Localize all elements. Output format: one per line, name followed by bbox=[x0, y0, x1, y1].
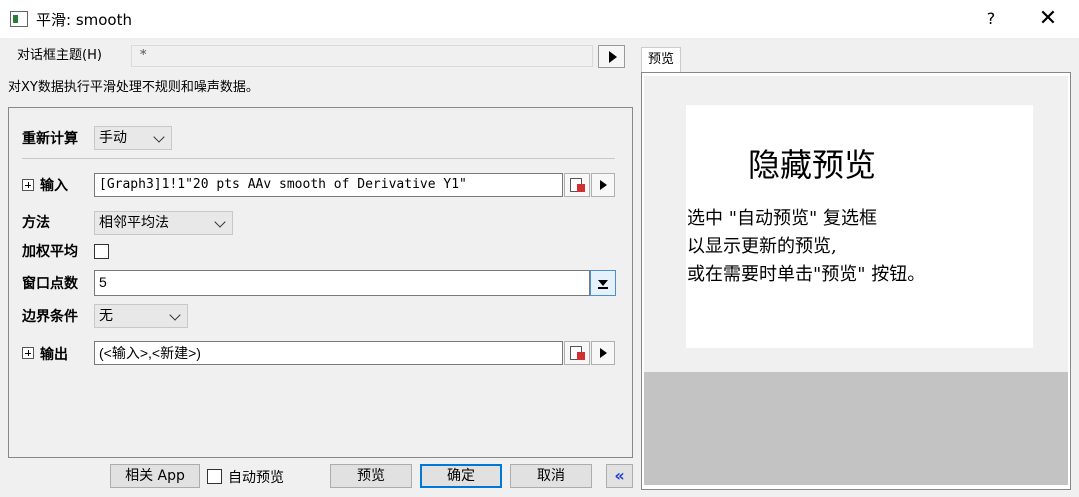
data-picker-icon[interactable] bbox=[564, 341, 590, 365]
auto-preview-checkbox[interactable] bbox=[207, 469, 222, 484]
weighted-average-checkbox[interactable] bbox=[94, 244, 109, 259]
chevron-down-icon bbox=[169, 309, 181, 321]
output-field[interactable]: (<输入>,<新建>) bbox=[94, 341, 563, 365]
theme-menu-arrow-button[interactable] bbox=[598, 45, 625, 68]
recalculate-value: 手动 bbox=[99, 130, 127, 146]
app-icon bbox=[10, 11, 28, 27]
preview-lower-area bbox=[644, 372, 1068, 485]
expand-output-icon[interactable] bbox=[22, 347, 34, 359]
close-button[interactable]: ✕ bbox=[1034, 6, 1062, 32]
hidden-preview-title: 隐藏预览 bbox=[748, 146, 877, 184]
recalculate-label: 重新计算 bbox=[22, 131, 78, 147]
auto-preview-label: 自动预览 bbox=[228, 470, 284, 486]
window-title: 平滑: smooth bbox=[36, 11, 132, 29]
preview-button[interactable]: 预览 bbox=[330, 464, 412, 488]
input-menu-arrow-button[interactable] bbox=[591, 173, 615, 197]
window-points-dropdown-button[interactable] bbox=[590, 270, 616, 296]
expand-input-icon[interactable] bbox=[22, 179, 34, 191]
method-select[interactable]: 相邻平均法 bbox=[94, 211, 233, 235]
help-button[interactable]: ? bbox=[978, 8, 1004, 30]
ok-button[interactable]: 确定 bbox=[420, 464, 502, 488]
dialog-theme-label: 对话框主题(H) bbox=[17, 48, 102, 63]
boundary-value: 无 bbox=[99, 308, 113, 324]
window-points-input[interactable]: 5 bbox=[94, 270, 590, 296]
title-bar bbox=[0, 0, 1079, 38]
weighted-average-label: 加权平均 bbox=[22, 244, 78, 260]
input-label: 输入 bbox=[40, 178, 68, 194]
method-label: 方法 bbox=[22, 215, 50, 231]
recalculate-select[interactable]: 手动 bbox=[94, 126, 172, 150]
collapse-preview-button[interactable]: « bbox=[606, 464, 633, 488]
output-label: 输出 bbox=[40, 347, 68, 363]
boundary-label: 边界条件 bbox=[22, 309, 78, 325]
input-field[interactable]: [Graph3]1!1"20 pts AAv smooth of Derivat… bbox=[94, 173, 563, 197]
dialog-theme-input[interactable]: * bbox=[131, 45, 593, 67]
window-points-label: 窗口点数 bbox=[22, 276, 78, 292]
method-value: 相邻平均法 bbox=[99, 215, 169, 231]
chevron-down-icon bbox=[153, 131, 165, 143]
chevron-down-icon bbox=[214, 216, 226, 228]
boundary-select[interactable]: 无 bbox=[94, 304, 188, 328]
output-menu-arrow-button[interactable] bbox=[591, 341, 615, 365]
cancel-button[interactable]: 取消 bbox=[510, 464, 592, 488]
tab-preview[interactable]: 预览 bbox=[641, 47, 681, 72]
related-app-button[interactable]: 相关 App bbox=[110, 464, 200, 488]
divider bbox=[22, 158, 615, 159]
hidden-preview-message: 选中 "自动预览" 复选框 以显示更新的预览, 或在需要时单击"预览" 按钮。 bbox=[687, 208, 926, 285]
dialog-description: 对XY数据执行平滑处理不规则和噪声数据。 bbox=[8, 80, 259, 95]
data-picker-icon[interactable] bbox=[564, 173, 590, 197]
